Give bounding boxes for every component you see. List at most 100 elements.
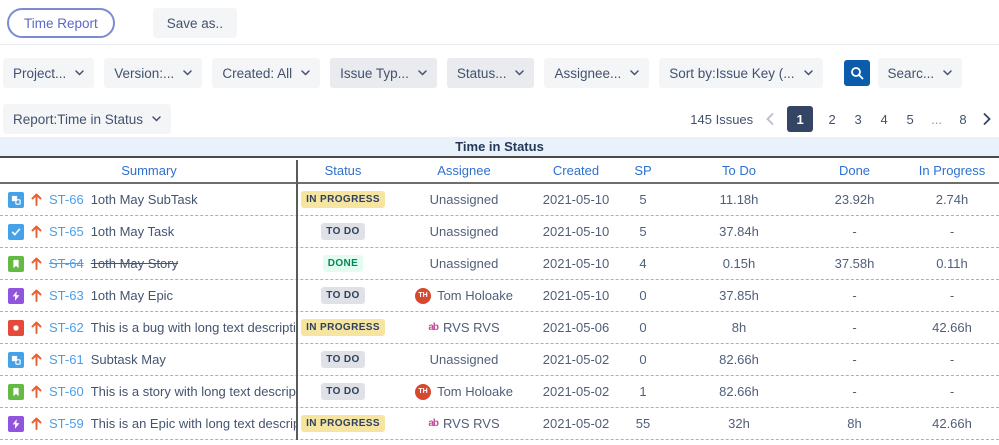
- issue-key-link[interactable]: ST-63: [49, 288, 84, 303]
- todo-cell: 11.18h: [719, 192, 759, 207]
- priority-high-icon: [31, 321, 42, 334]
- save-as-button[interactable]: Save as..: [152, 8, 238, 38]
- table-row[interactable]: ST-62 This is a bug with long text descr…: [0, 312, 999, 344]
- issue-summary: 1oth May SubTask: [90, 192, 198, 207]
- table-row[interactable]: ST-59 This is an Epic with long text des…: [0, 408, 999, 440]
- chevron-down-icon: [803, 70, 813, 76]
- issue-key-link[interactable]: ST-64: [49, 256, 84, 271]
- issue-key-link[interactable]: ST-62: [49, 320, 84, 335]
- sp-cell: 0: [639, 288, 647, 303]
- page-button[interactable]: 3: [851, 106, 865, 132]
- summary-cell: ST-63 1oth May Epic: [0, 287, 298, 304]
- inprogress-cell: -: [949, 352, 955, 367]
- issue-key-link[interactable]: ST-61: [49, 352, 84, 367]
- prev-page-button[interactable]: [766, 113, 774, 125]
- column-header-summary[interactable]: Summary: [0, 163, 298, 178]
- summary-cell: ST-64 1oth May Story: [0, 255, 298, 272]
- next-page-button[interactable]: [983, 113, 991, 125]
- table-row[interactable]: ST-64 1oth May Story DONE Unassigned 202…: [0, 248, 999, 280]
- filter-sort-by-issue-key[interactable]: Sort by:Issue Key (...: [659, 58, 823, 88]
- todo-cell: 8h: [731, 320, 747, 335]
- chip-label: Project...: [13, 65, 67, 81]
- todo-cell: 82.66h: [719, 384, 759, 399]
- summary-cell: ST-59 This is an Epic with long text des…: [0, 415, 298, 432]
- done-cell: -: [852, 352, 857, 367]
- todo-cell: 0.15h: [722, 256, 756, 271]
- column-header-to-do[interactable]: To Do: [674, 163, 804, 178]
- priority-high-icon: [31, 385, 42, 398]
- column-header-done[interactable]: Done: [804, 163, 905, 178]
- issue-key-link[interactable]: ST-65: [49, 224, 84, 239]
- column-header-assignee[interactable]: Assignee: [388, 163, 540, 178]
- assignee-name: Unassigned: [429, 224, 499, 239]
- filter-assignee[interactable]: Assignee...: [544, 58, 650, 88]
- filter-chip-group: Project... Version:... Created: All Issu…: [3, 58, 833, 88]
- time-report-button[interactable]: Time Report: [7, 8, 115, 38]
- chevron-down-icon: [943, 70, 952, 76]
- issue-summary: 1oth May Task: [90, 224, 175, 239]
- created-cell: 2021-05-10: [542, 192, 610, 207]
- status-cell: TO DO: [298, 383, 388, 400]
- issues-count-label: 145 Issues: [690, 111, 754, 127]
- created-cell: 2021-05-02: [542, 352, 610, 367]
- page-button[interactable]: 5: [903, 106, 917, 132]
- search-button[interactable]: [843, 60, 870, 86]
- report-selector[interactable]: Report:Time in Status: [3, 104, 172, 134]
- summary-cell: ST-62 This is a bug with long text descr…: [0, 319, 298, 336]
- summary-cell: ST-65 1oth May Task: [0, 223, 298, 240]
- issue-summary: Subtask May: [90, 352, 166, 367]
- table-row[interactable]: ST-63 1oth May Epic TO DO TH Tom Holoake …: [0, 280, 999, 312]
- filter-issue-typ[interactable]: Issue Typ...: [330, 58, 437, 88]
- chevron-down-icon: [301, 70, 310, 76]
- issue-key-link[interactable]: ST-60: [49, 384, 84, 399]
- sp-cell: 1: [639, 384, 647, 399]
- done-cell: -: [852, 320, 857, 335]
- column-header-sp[interactable]: SP: [612, 163, 674, 178]
- time-in-status-table: Time in Status Summary Status Assignee Crea…: [0, 137, 999, 440]
- table-header-row: Summary Status Assignee Created SP To Do Done I…: [0, 158, 999, 184]
- page-button[interactable]: 4: [877, 106, 891, 132]
- pagination: 145 Issues 1 2 3 4 5... 8: [690, 106, 991, 132]
- filter-searc[interactable]: Searc...: [877, 58, 963, 88]
- table-row[interactable]: ST-60 This is a story with long text des…: [0, 376, 999, 408]
- filter-project[interactable]: Project...: [3, 58, 95, 88]
- column-header-in-progress[interactable]: In Progress: [905, 163, 999, 178]
- table-row[interactable]: ST-65 1oth May Task TO DO Unassigned 202…: [0, 216, 999, 248]
- search-icon: [850, 67, 863, 80]
- table-row[interactable]: ST-66 1oth May SubTask IN PROGRESS Unass…: [0, 184, 999, 216]
- chip-label: Sort by:Issue Key (...: [669, 65, 795, 81]
- summary-column-divider: [296, 160, 298, 440]
- done-cell: 37.58h: [834, 256, 875, 271]
- todo-cell: 37.84h: [719, 224, 759, 239]
- page-button[interactable]: 2: [825, 106, 839, 132]
- priority-high-icon: [31, 257, 42, 270]
- time-in-status-report-app: Time Report Save as.. Project... Version…: [0, 0, 999, 440]
- todo-cell: 37.85h: [719, 288, 759, 303]
- filter-created-all[interactable]: Created: All: [212, 58, 321, 88]
- column-header-status[interactable]: Status: [298, 163, 388, 178]
- filter-status[interactable]: Status...: [446, 58, 535, 88]
- priority-high-icon: [31, 417, 42, 430]
- subtask-issue-type-icon: [8, 351, 24, 368]
- issue-key-link[interactable]: ST-66: [49, 192, 84, 207]
- done-cell: -: [852, 384, 857, 399]
- column-header-created[interactable]: Created: [540, 163, 612, 178]
- page-button[interactable]: 8: [956, 106, 970, 132]
- assignee-cell: ab RVS RVS: [388, 416, 540, 431]
- issue-key-link[interactable]: ST-59: [49, 416, 84, 431]
- summary-cell: ST-66 1oth May SubTask: [0, 191, 298, 208]
- chevron-down-icon: [630, 70, 639, 76]
- issue-summary: 1oth May Story: [90, 256, 179, 271]
- page-button-current[interactable]: 1: [787, 106, 814, 132]
- assignee-cell: Unassigned: [388, 224, 540, 239]
- page-number-list: 1 2 3 4 5... 8: [787, 106, 970, 132]
- rvs-avatar-icon: ab: [428, 418, 439, 429]
- issue-summary: This is an Epic with long text descripti…: [90, 416, 298, 431]
- inprogress-cell: -: [949, 224, 955, 239]
- table-row[interactable]: ST-61 Subtask May TO DO Unassigned 2021-…: [0, 344, 999, 376]
- table-title: Time in Status: [0, 137, 999, 158]
- chip-label: Status...: [456, 65, 507, 81]
- page-ellipsis: ...: [929, 106, 944, 132]
- task-issue-type-icon: [8, 223, 24, 240]
- filter-version[interactable]: Version:...: [104, 58, 203, 88]
